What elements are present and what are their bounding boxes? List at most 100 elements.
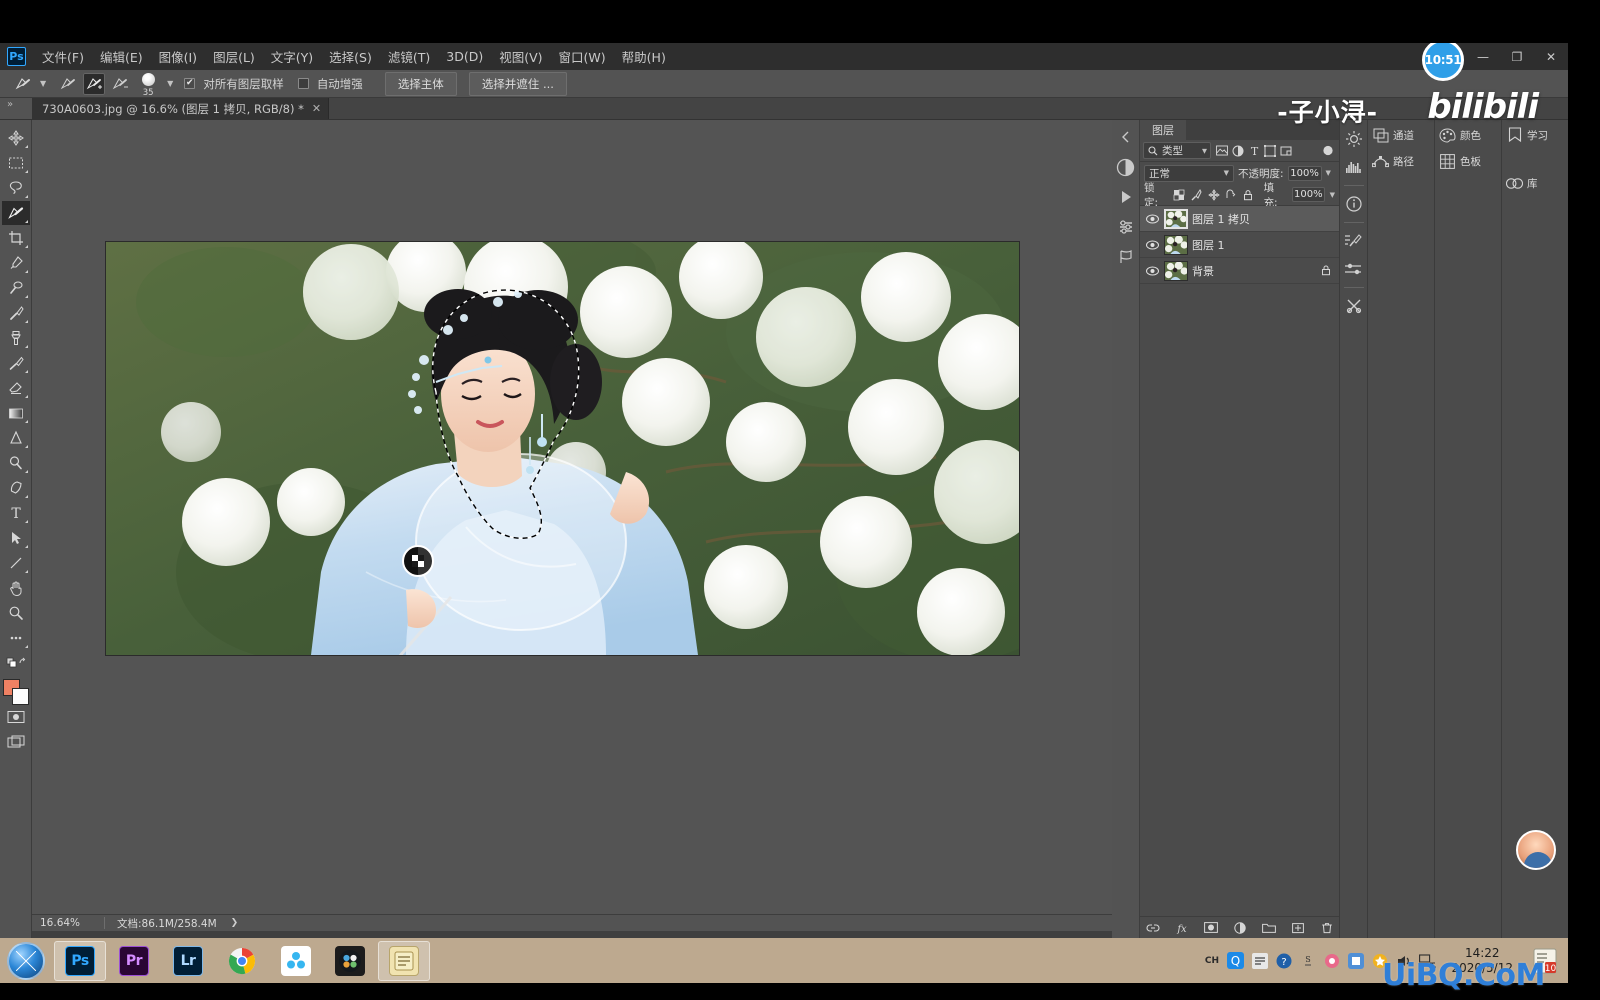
tray-ime-ch[interactable]: CH xyxy=(1203,952,1220,969)
line-tool[interactable] xyxy=(2,551,30,575)
background-color-swatch[interactable] xyxy=(11,688,29,705)
dodge-tool[interactable] xyxy=(2,451,30,475)
menu-image[interactable]: 图像(I) xyxy=(151,43,205,70)
sample-all-layers-checkbox[interactable] xyxy=(184,78,196,89)
screen-mode-icon[interactable] xyxy=(2,730,30,754)
status-expand-chevron-icon[interactable]: ❯ xyxy=(231,918,239,928)
image-canvas[interactable] xyxy=(106,242,1019,655)
table-row[interactable]: 图层 1 xyxy=(1140,232,1339,258)
zoom-level-field[interactable]: 16.64% xyxy=(32,917,104,929)
tray-qq[interactable]: Q xyxy=(1227,952,1245,969)
link-layers-button[interactable] xyxy=(1145,920,1160,935)
layer-name[interactable]: 背景 xyxy=(1192,263,1214,279)
filter-smart-object-icon[interactable] xyxy=(1280,144,1292,158)
new-layer-button[interactable] xyxy=(1290,920,1305,935)
taskbar-chrome[interactable] xyxy=(216,941,268,981)
layer-filter-kind-select[interactable]: 类型 ▼ xyxy=(1143,142,1211,159)
menu-type[interactable]: 文字(Y) xyxy=(263,43,321,70)
tray-app-1[interactable] xyxy=(1323,952,1340,969)
layer-name[interactable]: 图层 1 拷贝 xyxy=(1192,211,1250,227)
blend-chevron-down-icon[interactable]: ▼ xyxy=(1224,169,1229,177)
taskbar-photoshop[interactable]: Ps xyxy=(54,940,106,981)
fill-chevron-down-icon[interactable]: ▼ xyxy=(1330,191,1335,199)
filter-toggle-switch[interactable] xyxy=(1322,144,1334,158)
menu-window[interactable]: 窗口(W) xyxy=(551,43,614,70)
menu-layer[interactable]: 图层(L) xyxy=(205,43,263,70)
tray-sogou[interactable]: S xyxy=(1299,952,1316,969)
histogram-icon[interactable] xyxy=(1341,154,1367,180)
healing-brush-tool[interactable] xyxy=(2,276,30,300)
brush-options-chevron-down-icon[interactable]: ▼ xyxy=(167,79,173,88)
type-tool[interactable]: T xyxy=(2,501,30,525)
tray-network-tool[interactable] xyxy=(1251,952,1268,969)
lasso-tool[interactable] xyxy=(2,176,30,200)
taskbar-premiere[interactable]: Pr xyxy=(108,941,160,981)
properties-play-icon[interactable] xyxy=(1114,184,1138,210)
panel-swatches[interactable]: 色板 xyxy=(1435,148,1501,174)
blur-tool[interactable] xyxy=(2,426,30,450)
minimize-button[interactable]: — xyxy=(1466,43,1500,70)
clone-stamp-tool[interactable] xyxy=(2,326,30,350)
layer-thumbnail[interactable] xyxy=(1164,260,1188,281)
layer-name[interactable]: 图层 1 xyxy=(1192,237,1225,253)
kind-chevron-down-icon[interactable]: ▼ xyxy=(1202,147,1207,155)
document-window[interactable]: 16.64% 文档:86.1M/258.4M ❯ xyxy=(32,120,1112,931)
brush-settings-icon[interactable] xyxy=(1341,228,1367,254)
document-tab-close-icon[interactable]: ✕ xyxy=(312,102,321,115)
opacity-chevron-down-icon[interactable]: ▼ xyxy=(1326,169,1331,177)
preset-chevron-down-icon[interactable]: ▼ xyxy=(40,79,46,88)
layer-visibility-toggle[interactable] xyxy=(1144,214,1160,224)
blend-mode-select[interactable]: 正常 ▼ xyxy=(1144,164,1234,182)
hand-tool[interactable] xyxy=(2,576,30,600)
select-subject-button[interactable]: 选择主体 xyxy=(384,71,457,96)
restore-button[interactable]: ❐ xyxy=(1500,43,1534,70)
default-colors-icon[interactable] xyxy=(2,651,30,675)
layer-visibility-toggle[interactable] xyxy=(1144,266,1160,276)
path-selection-tool[interactable] xyxy=(2,526,30,550)
add-to-selection-icon[interactable] xyxy=(83,72,106,95)
brush-tool[interactable] xyxy=(2,301,30,325)
quick-selection-tool[interactable] xyxy=(1,201,30,225)
start-button[interactable] xyxy=(0,938,52,983)
layer-thumbnail[interactable] xyxy=(1164,208,1188,229)
history-rail-icon[interactable] xyxy=(1114,244,1138,270)
lock-artboard-nesting-icon[interactable] xyxy=(1225,188,1237,201)
table-row[interactable]: 图层 1 拷贝 xyxy=(1140,206,1339,232)
tab-layers[interactable]: 图层 xyxy=(1140,120,1186,140)
crop-tool[interactable] xyxy=(2,226,30,250)
clone-source-icon[interactable] xyxy=(1341,293,1367,319)
opacity-input[interactable]: 100% xyxy=(1287,165,1322,181)
panel-expand-icon[interactable] xyxy=(0,98,32,119)
tray-help[interactable]: ? xyxy=(1275,952,1292,969)
close-button[interactable]: ✕ xyxy=(1534,43,1568,70)
panel-color[interactable]: 颜色 xyxy=(1435,122,1501,148)
menu-help[interactable]: 帮助(H) xyxy=(614,43,674,70)
select-and-mask-button[interactable]: 选择并遮住 ... xyxy=(468,71,567,96)
history-brush-tool[interactable] xyxy=(2,351,30,375)
marquee-tool[interactable] xyxy=(2,151,30,175)
panel-paths[interactable]: 路径 xyxy=(1368,148,1434,174)
panel-channels[interactable]: 通道 xyxy=(1368,122,1434,148)
new-selection-icon[interactable] xyxy=(57,73,79,95)
filter-type-icon[interactable]: T xyxy=(1248,144,1260,158)
adjustment-layer-button[interactable] xyxy=(1232,920,1247,935)
brush-size-preview[interactable]: 35 xyxy=(135,71,161,98)
table-row[interactable]: 背景 xyxy=(1140,258,1339,284)
filter-pixel-icon[interactable] xyxy=(1216,144,1228,158)
lock-transparent-pixels-icon[interactable] xyxy=(1172,188,1185,201)
taskbar-cloud-app[interactable] xyxy=(270,941,322,981)
delete-layer-button[interactable] xyxy=(1319,920,1334,935)
move-tool[interactable] xyxy=(2,126,30,150)
tray-app-2[interactable] xyxy=(1347,952,1364,969)
collapse-chevron-icon[interactable] xyxy=(1114,124,1138,150)
zoom-tool[interactable] xyxy=(2,601,30,625)
subtract-from-selection-icon[interactable] xyxy=(109,73,131,95)
taskbar-lightroom[interactable]: Lr xyxy=(162,941,214,981)
menu-filter[interactable]: 滤镜(T) xyxy=(380,43,438,70)
auto-enhance-checkbox[interactable] xyxy=(297,78,309,89)
eraser-tool[interactable] xyxy=(2,376,30,400)
edit-toolbar-ellipsis-icon[interactable] xyxy=(2,626,30,650)
add-mask-button[interactable] xyxy=(1203,920,1218,935)
quick-selection-tool-preset-icon[interactable] xyxy=(12,73,34,95)
new-group-button[interactable] xyxy=(1261,920,1276,935)
